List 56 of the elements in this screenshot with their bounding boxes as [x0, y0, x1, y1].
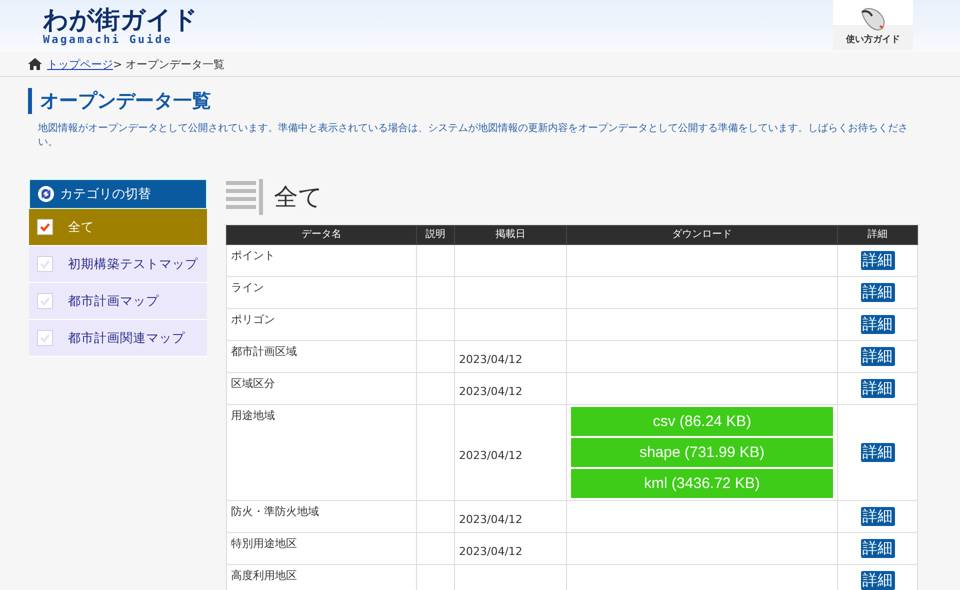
item-label: 全て — [68, 218, 94, 236]
refresh-icon — [38, 186, 54, 202]
sidebar-header: カテゴリの切替 — [29, 179, 207, 209]
sidebar-item[interactable]: 全て — [29, 209, 207, 246]
page-title: オープンデータ一覧 — [28, 88, 910, 114]
table-cell-text: ライン — [230, 280, 265, 296]
home-icon — [28, 58, 42, 70]
detail-button[interactable]: 詳細 — [860, 251, 894, 270]
detail-button[interactable]: 詳細 — [860, 507, 894, 526]
section-title: 全て — [274, 182, 323, 213]
detail-button[interactable]: 詳細 — [860, 379, 894, 398]
detail-button[interactable]: 詳細 — [860, 283, 894, 302]
table-cell-text: 2023/04/12 — [458, 544, 524, 558]
detail-button[interactable]: 詳細 — [860, 571, 894, 590]
table-cell-text: 2023/04/12 — [458, 384, 524, 398]
checkbox[interactable] — [37, 293, 53, 309]
table-cell-text: ポリゴン — [230, 312, 276, 328]
table-cell-text: 2023/04/12 — [458, 512, 524, 526]
table-cell-text: 特別用途地区 — [230, 536, 298, 552]
logo-subtitle: Wagamachi Guide — [43, 34, 174, 46]
sidebar-item[interactable]: 都市計画マップ — [29, 283, 207, 320]
sidebar-item[interactable]: 初期構築テストマップ — [29, 246, 207, 283]
item-label: 初期構築テストマップ — [68, 256, 198, 272]
table-cell-text: 2023/04/12 — [458, 352, 524, 366]
guide-button[interactable]: 使い方ガイド — [833, 0, 913, 50]
detail-button[interactable]: 詳細 — [860, 347, 894, 366]
checkbox[interactable] — [37, 330, 53, 346]
checkbox[interactable] — [37, 219, 53, 235]
checkbox[interactable] — [37, 256, 53, 272]
check-icon — [39, 258, 51, 270]
check-icon — [39, 295, 51, 307]
column-header: ダウンロード — [566, 226, 838, 244]
table-cell-text: ポイント — [230, 248, 276, 264]
table-cell-text: 防火・準防火地域 — [230, 504, 320, 520]
column-header: 詳細 — [838, 226, 918, 244]
check-icon — [39, 332, 51, 344]
table-cell-text: 都市計画区域 — [230, 344, 298, 360]
item-label: 都市計画マップ — [68, 292, 159, 310]
logo-title[interactable]: わが街ガイド — [43, 6, 198, 34]
table-cell-text: 高度利用地区 — [230, 568, 298, 584]
breadcrumb-link[interactable]: トップページ — [47, 56, 113, 72]
detail-button[interactable]: 詳細 — [860, 539, 894, 558]
item-label: 都市計画関連マップ — [68, 330, 185, 346]
breadcrumb-current: > オープンデータ一覧 — [113, 56, 225, 72]
column-header: 掲載日 — [454, 226, 566, 244]
table-cell-text: 2023/04/12 — [458, 448, 524, 462]
table-cell-text: 区域区分 — [230, 376, 276, 392]
page-description: 地図情報がオープンデータとして公開されています。準備中と表示されている場合は、システムが地図情報の更新内容をオープンデータとして公開する準備をしています。しばらくお待ちください。 — [38, 122, 909, 150]
table-cell-text: 用途地域 — [230, 408, 276, 424]
sidebar-item[interactable]: 都市計画関連マップ — [29, 320, 207, 357]
list-icon — [226, 179, 264, 215]
check-icon — [39, 221, 51, 233]
detail-button[interactable]: 詳細 — [860, 315, 894, 334]
column-header: 説明 — [416, 226, 454, 244]
column-header: データ名 — [226, 226, 416, 244]
detail-button[interactable]: 詳細 — [860, 443, 894, 462]
